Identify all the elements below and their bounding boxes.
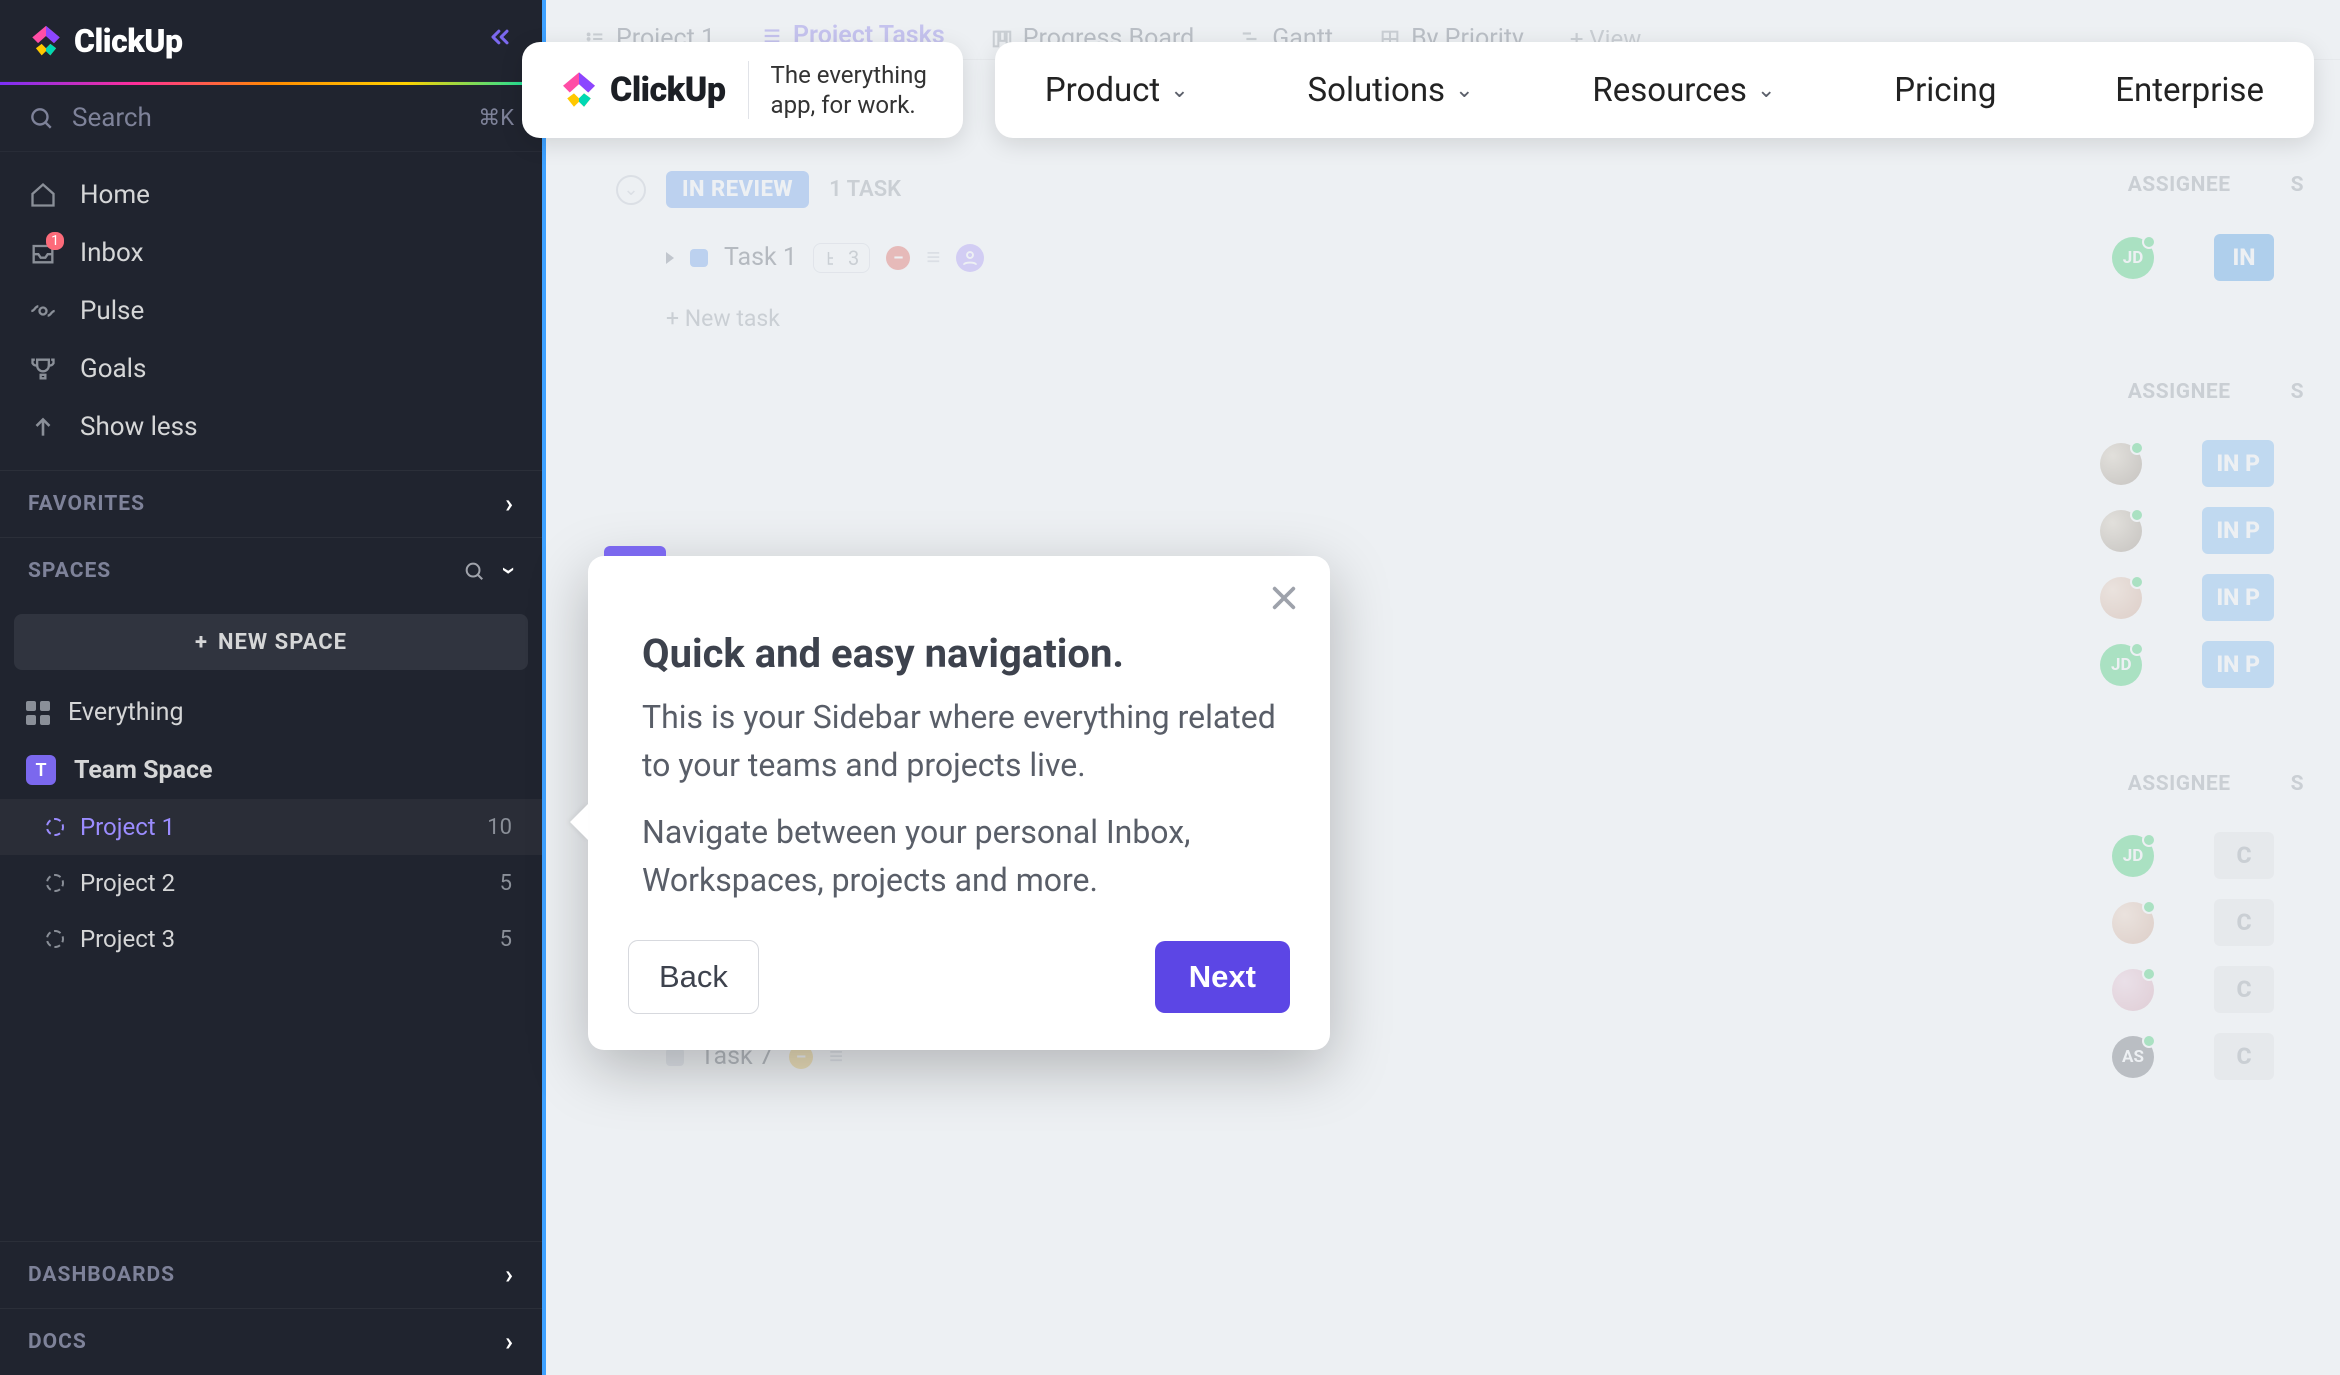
sidebar-item-inbox[interactable]: 1 Inbox: [0, 224, 542, 282]
sidebar-primary-nav: Home 1 Inbox Pulse Goals Show less: [0, 152, 542, 470]
project-label: Project 1: [80, 813, 175, 841]
chevron-down-icon: ⌄: [1170, 78, 1188, 103]
sidebar-item-label: Pulse: [80, 296, 144, 326]
clickup-logo[interactable]: ClickUp: [28, 22, 183, 60]
popover-pointer-icon: [570, 804, 588, 840]
collapse-sidebar-button[interactable]: [486, 23, 514, 59]
sidebar-top: ClickUp: [0, 0, 542, 82]
close-icon: [1268, 582, 1300, 614]
clickup-logo-icon: [28, 23, 64, 59]
onboarding-popover: Quick and easy navigation. This is your …: [588, 556, 1330, 1050]
arrow-up-icon: [30, 414, 56, 440]
grid-icon: [26, 701, 50, 725]
trophy-icon: [29, 355, 57, 383]
section-dashboards[interactable]: DASHBOARDS ›: [0, 1241, 542, 1308]
sidebar-item-pulse[interactable]: Pulse: [0, 282, 542, 340]
new-space-label: NEW SPACE: [218, 630, 347, 655]
popover-accent-tab: [604, 546, 666, 556]
section-label: FAVORITES: [28, 492, 145, 516]
new-space-button[interactable]: + NEW SPACE: [14, 614, 528, 670]
topnav-solutions[interactable]: Solutions⌄: [1308, 71, 1474, 110]
brand-card[interactable]: ClickUp The everything app, for work.: [522, 42, 963, 138]
list-icon: [46, 930, 64, 948]
popover-next-button[interactable]: Next: [1155, 941, 1290, 1013]
chevron-down-icon: ⌄: [1455, 78, 1473, 103]
topnav-product[interactable]: Product⌄: [1045, 71, 1189, 110]
section-label: DOCS: [28, 1330, 87, 1354]
sidebar: ClickUp Search ⌘K Home 1: [0, 0, 542, 1375]
sidebar-item-everything[interactable]: Everything: [0, 684, 542, 741]
pulse-icon: [29, 297, 57, 325]
chevron-right-icon: ›: [505, 489, 514, 519]
sidebar-project-2[interactable]: Project 2 5: [0, 855, 542, 911]
topnav-resources[interactable]: Resources⌄: [1592, 71, 1775, 110]
section-spaces[interactable]: SPACES ›: [0, 537, 542, 604]
topnav-enterprise[interactable]: Enterprise: [2115, 71, 2264, 110]
chevron-right-icon: ›: [505, 1260, 514, 1290]
section-label: DASHBOARDS: [28, 1263, 175, 1287]
search-icon[interactable]: [463, 560, 485, 582]
sidebar-item-showless[interactable]: Show less: [0, 398, 542, 456]
clickup-logo-text: ClickUp: [610, 70, 726, 110]
list-icon: [46, 818, 64, 836]
section-favorites[interactable]: FAVORITES ›: [0, 470, 542, 537]
topnav-links: Product⌄ Solutions⌄ Resources⌄ Pricing E…: [995, 42, 2314, 138]
project-count: 10: [487, 815, 512, 840]
sidebar-project-3[interactable]: Project 3 5: [0, 911, 542, 967]
search-shortcut: ⌘K: [478, 106, 514, 131]
project-count: 5: [500, 871, 512, 896]
sidebar-item-label: Inbox: [80, 238, 144, 268]
sidebar-item-label: Show less: [80, 412, 198, 442]
section-label: SPACES: [28, 559, 111, 583]
team-space-label: Team Space: [74, 756, 212, 785]
sidebar-item-label: Goals: [80, 354, 146, 384]
plus-icon: +: [195, 630, 208, 655]
popover-back-button[interactable]: Back: [628, 940, 759, 1014]
search-icon: [28, 105, 54, 131]
home-icon: [29, 181, 57, 209]
clickup-logo-icon: [558, 69, 600, 111]
popover-close-button[interactable]: [1268, 582, 1300, 618]
brand-tagline: The everything app, for work.: [771, 60, 927, 120]
sidebar-item-goals[interactable]: Goals: [0, 340, 542, 398]
sidebar-project-1[interactable]: Project 1 10: [0, 799, 542, 855]
list-icon: [46, 874, 64, 892]
inbox-badge: 1: [46, 232, 64, 250]
project-label: Project 2: [80, 869, 175, 897]
popover-p2: Navigate between your personal Inbox, Wo…: [642, 808, 1276, 904]
sidebar-item-label: Home: [80, 180, 150, 210]
sidebar-item-home[interactable]: Home: [0, 166, 542, 224]
topnav-pricing[interactable]: Pricing: [1894, 71, 1996, 110]
popover-p1: This is your Sidebar where everything re…: [642, 693, 1276, 789]
space-avatar: T: [26, 755, 56, 785]
divider: [748, 61, 749, 119]
chevron-down-icon: ⌄: [1757, 78, 1775, 103]
sidebar-item-team-space[interactable]: T Team Space: [0, 741, 542, 799]
project-count: 5: [500, 927, 512, 952]
chevron-double-left-icon: [486, 23, 514, 51]
sidebar-search[interactable]: Search ⌘K: [0, 85, 542, 152]
project-label: Project 3: [80, 925, 175, 953]
search-placeholder: Search: [72, 103, 152, 133]
section-docs[interactable]: DOCS ›: [0, 1308, 542, 1375]
everything-label: Everything: [68, 698, 184, 727]
clickup-logo-text: ClickUp: [74, 22, 183, 60]
marketing-topnav: ClickUp The everything app, for work. Pr…: [522, 42, 2314, 138]
popover-title: Quick and easy navigation.: [642, 630, 1276, 677]
chevron-down-icon[interactable]: ›: [495, 567, 525, 576]
chevron-right-icon: ›: [505, 1327, 514, 1357]
